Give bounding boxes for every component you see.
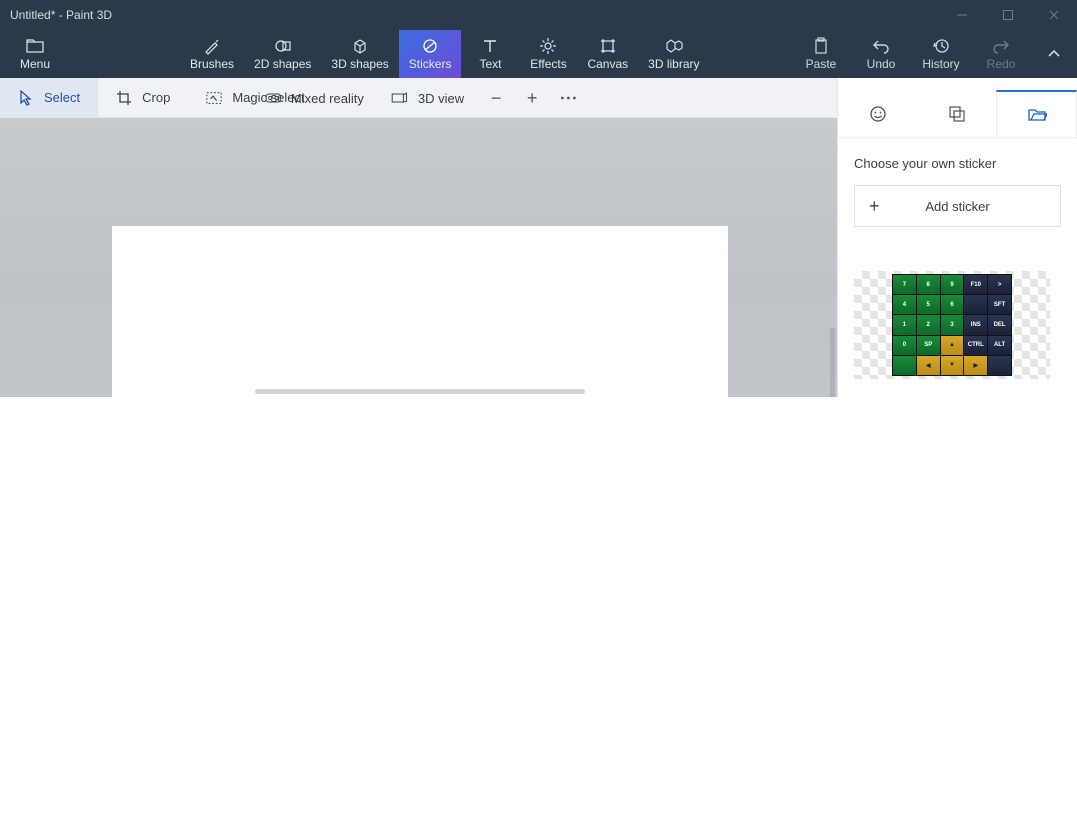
collapse-ribbon-button[interactable] xyxy=(1031,30,1077,78)
secondary-toolbar: Select Crop Magic select Mixe xyxy=(0,78,837,118)
history-icon xyxy=(932,37,950,55)
stickers-icon xyxy=(421,37,439,55)
tab-brushes[interactable]: Brushes xyxy=(180,30,244,78)
plus-icon: + xyxy=(527,88,538,109)
3d-shapes-icon xyxy=(351,37,369,55)
zoom-in-button[interactable]: + xyxy=(514,78,550,118)
redo-button[interactable]: Redo xyxy=(971,30,1031,78)
stickers-tab-smiley[interactable] xyxy=(838,90,917,137)
panel-tabs xyxy=(838,90,1077,138)
menu-label: Menu xyxy=(20,57,50,71)
magic-select-icon xyxy=(206,90,222,106)
cursor-icon xyxy=(18,90,34,106)
effects-icon xyxy=(539,37,557,55)
tab-effects[interactable]: Effects xyxy=(519,30,577,78)
vertical-scrollbar[interactable] xyxy=(830,328,835,397)
select-tool[interactable]: Select xyxy=(0,78,98,117)
add-sticker-button[interactable]: + Add sticker xyxy=(854,185,1061,227)
zoom-out-button[interactable]: − xyxy=(478,78,514,118)
stickers-tab-textures[interactable] xyxy=(917,90,996,137)
title-bar: Untitled* - Paint 3D xyxy=(0,0,1077,30)
3d-view-icon xyxy=(392,90,408,106)
tab-3d-library[interactable]: 3D library xyxy=(638,30,709,78)
texture-icon xyxy=(948,105,966,123)
stickers-panel: Stickers Choose your own sticker xyxy=(837,78,1077,397)
3d-library-icon xyxy=(664,37,684,55)
main-ribbon: Menu Brushes 2D shapes 3D shapes Sticker… xyxy=(0,30,1077,78)
canvas-icon xyxy=(599,37,617,55)
undo-icon xyxy=(872,37,890,55)
menu-button[interactable]: Menu xyxy=(0,30,70,78)
smiley-icon xyxy=(869,105,887,123)
open-folder-icon xyxy=(1027,107,1047,123)
add-sticker-label: Add sticker xyxy=(925,199,989,214)
horizontal-scrollbar[interactable] xyxy=(255,389,585,394)
2d-shapes-icon xyxy=(274,37,292,55)
custom-sticker-thumbnail[interactable]: 7 8 9 F10 > 4 5 6 SFT 1 2 3 INS DEL xyxy=(854,271,1050,379)
minus-icon: − xyxy=(491,88,502,109)
crop-icon xyxy=(116,90,132,106)
chevron-up-icon xyxy=(1047,47,1061,61)
close-button[interactable] xyxy=(1031,0,1077,30)
text-icon xyxy=(482,37,498,55)
maximize-button[interactable] xyxy=(985,0,1031,30)
canvas-viewport[interactable] xyxy=(0,118,837,397)
mixed-reality-icon xyxy=(265,90,281,106)
mixed-reality-button[interactable]: Mixed reality xyxy=(251,78,378,118)
history-button[interactable]: History xyxy=(911,30,971,78)
paste-icon xyxy=(813,37,829,55)
choose-sticker-label: Choose your own sticker xyxy=(854,156,1061,171)
tab-canvas[interactable]: Canvas xyxy=(577,30,638,78)
plus-icon: + xyxy=(869,196,880,217)
ellipsis-icon xyxy=(560,96,576,100)
window-title: Untitled* - Paint 3D xyxy=(10,8,112,22)
stickers-tab-custom[interactable] xyxy=(996,90,1077,137)
tab-stickers[interactable]: Stickers xyxy=(399,30,462,78)
tab-text[interactable]: Text xyxy=(461,30,519,78)
redo-icon xyxy=(992,37,1010,55)
folder-icon xyxy=(26,37,44,55)
canvas[interactable] xyxy=(112,226,728,397)
brush-icon xyxy=(203,37,221,55)
tab-2d-shapes[interactable]: 2D shapes xyxy=(244,30,321,78)
window-controls xyxy=(939,0,1077,30)
crop-tool[interactable]: Crop xyxy=(98,78,188,117)
tab-3d-shapes[interactable]: 3D shapes xyxy=(321,30,398,78)
more-options-button[interactable] xyxy=(550,78,586,118)
3d-view-button[interactable]: 3D view xyxy=(378,78,478,118)
undo-button[interactable]: Undo xyxy=(851,30,911,78)
minimize-button[interactable] xyxy=(939,0,985,30)
paste-button[interactable]: Paste xyxy=(791,30,851,78)
sticker-preview-image: 7 8 9 F10 > 4 5 6 SFT 1 2 3 INS DEL xyxy=(892,274,1012,376)
